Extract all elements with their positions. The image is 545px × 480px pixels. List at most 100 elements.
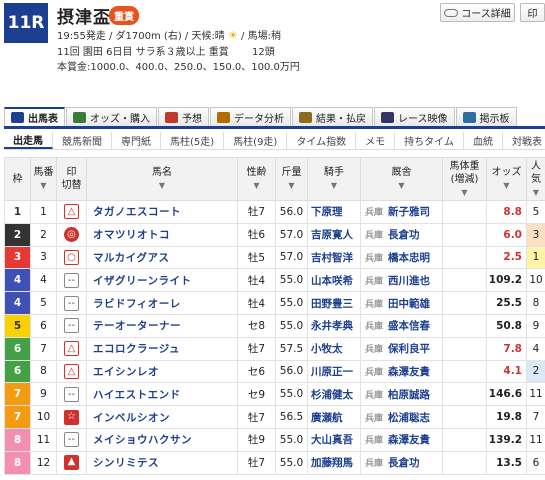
jockey-link[interactable]: 山本咲希 (309, 275, 353, 287)
tab-3[interactable]: データ分析 (210, 107, 291, 126)
horse-name-link[interactable]: メイショウハクサン (86, 427, 238, 452)
prediction-mark-button[interactable]: -- (64, 318, 79, 334)
course-detail-button[interactable]: コース詳細 (440, 3, 515, 22)
table-row[interactable]: 8 11 -- メイショウハクサン 牡9 55.0 大山真吾 兵庫 森澤友貴 139.2 11 (4, 427, 545, 452)
jockey-link[interactable]: 吉原寛人 (309, 229, 353, 241)
prediction-mark-button[interactable]: ◎ (64, 227, 79, 243)
prediction-mark-button[interactable]: △ (64, 363, 79, 379)
prediction-mark-button[interactable]: -- (64, 295, 79, 311)
subtab-3[interactable]: 馬柱(5走) (161, 132, 225, 149)
col-body-weight[interactable]: 馬体重 (増減) ▼ (442, 157, 487, 201)
horse-name-link[interactable]: エイシンレオ (86, 359, 238, 384)
trainer-name-link[interactable]: 長倉功 (388, 229, 420, 241)
prediction-mark-button[interactable]: ☆ (64, 409, 79, 425)
print-button[interactable]: 印 (520, 3, 545, 22)
popularity-cell: 11 (526, 382, 545, 407)
table-row[interactable]: 6 8 △ エイシンレオ セ6 56.0 川原正一 兵庫 森澤友貴 4.1 2 (4, 359, 545, 384)
trainer-name-link[interactable]: 柏原誠路 (388, 389, 430, 401)
col-weight[interactable]: 斤量 ▼ (275, 157, 308, 201)
jockey-link[interactable]: 大山真吾 (309, 434, 353, 446)
table-row[interactable]: 6 7 △ エコロクラージュ 牡7 57.5 小牧太 兵庫 保利良平 7.8 4 (4, 336, 545, 361)
trainer-name-link[interactable]: 橋本忠明 (388, 252, 430, 264)
trainer-name-link[interactable]: 田中範雄 (388, 298, 430, 310)
col-waku[interactable]: 枠 (4, 157, 31, 201)
table-row[interactable]: 5 6 -- テーオーターナー セ8 55.0 永井孝典 兵庫 盛本信春 50.8 9 (4, 313, 545, 338)
subtab-7[interactable]: 持ちタイム (395, 132, 464, 149)
prediction-mark-button[interactable]: △ (64, 341, 79, 357)
prediction-mark-button[interactable]: ▲ (64, 455, 79, 471)
body-weight-cell (442, 268, 487, 293)
mark-cell: ◎ (56, 222, 87, 247)
horse-name-link[interactable]: インベルシオン (86, 405, 238, 429)
table-row[interactable]: 8 12 ▲ シンリミテス 牡7 55.0 加藤翔馬 兵庫 長倉功 13.5 6 (4, 450, 545, 475)
subtab-5[interactable]: タイム指数 (287, 132, 357, 149)
umaban-cell: 8 (30, 359, 57, 384)
jockey-link[interactable]: 小牧太 (309, 343, 343, 355)
table-row[interactable]: 3 3 ○ マルカイグアス 牡5 57.0 吉村智洋 兵庫 橋本忠明 2.5 1 (4, 245, 545, 270)
col-umaban[interactable]: 馬番 ▼ (30, 157, 57, 201)
subtab-9[interactable]: 対戦表 (503, 132, 545, 149)
table-row[interactable]: 1 1 △ タガノエスコート 牡7 56.0 下原理 兵庫 新子雅司 8.8 5 (4, 200, 545, 224)
tab-6[interactable]: 掲示板 (455, 107, 517, 126)
col-horse-name[interactable]: 馬名 ▼ (86, 157, 238, 201)
trainer-name-link[interactable]: 新子雅司 (388, 206, 430, 218)
table-row[interactable]: 7 9 -- ハイエストエンド セ9 55.0 杉浦健太 兵庫 柏原誠路 146.6 11 (4, 382, 545, 407)
prediction-mark-button[interactable]: ○ (64, 249, 79, 265)
col-mark[interactable]: 印切替 (56, 157, 87, 201)
subtab-0[interactable]: 出走馬 (4, 132, 53, 149)
prediction-mark-button[interactable]: -- (64, 432, 79, 448)
col-jockey[interactable]: 騎手 ▼ (307, 157, 361, 201)
prediction-mark-button[interactable]: -- (64, 386, 79, 402)
horse-name-link[interactable]: イザグリーンライト (86, 268, 238, 293)
tab-0[interactable]: 出馬表 (4, 107, 65, 126)
tab-2[interactable]: 予想 (158, 107, 209, 126)
subtab-4[interactable]: 馬柱(9走) (224, 132, 288, 149)
umaban-cell: 9 (30, 382, 57, 407)
trainer-name-link[interactable]: 森澤友貴 (388, 366, 430, 378)
subtab-1[interactable]: 競馬新聞 (53, 132, 112, 149)
horse-name-link[interactable]: シンリミテス (86, 450, 238, 475)
horse-name-link[interactable]: タガノエスコート (86, 200, 238, 224)
jockey-link[interactable]: 加藤翔馬 (309, 457, 353, 469)
horse-name-link[interactable]: ハイエストエンド (86, 382, 238, 407)
trainer-name-link[interactable]: 長倉功 (388, 457, 420, 469)
weight-cell: 56.5 (275, 405, 308, 429)
trainer-name-link[interactable]: 保利良平 (388, 343, 430, 355)
table-row[interactable]: 2 2 ◎ オマツリオトコ 牡6 57.0 吉原寛人 兵庫 長倉功 6.0 3 (4, 222, 545, 247)
tab-4[interactable]: 結果・払戻 (292, 107, 373, 126)
subtab-2[interactable]: 専門紙 (112, 132, 161, 149)
jockey-link[interactable]: 杉浦健太 (309, 389, 353, 401)
col-sex-age[interactable]: 性齢 ▼ (237, 157, 276, 201)
col-trainer[interactable]: 厩舎 ▼ (360, 157, 443, 201)
jockey-link[interactable]: 田野豊三 (309, 298, 353, 310)
jockey-link[interactable]: 廣瀬航 (309, 412, 343, 424)
horse-name-link[interactable]: ラビドフィオーレ (86, 291, 238, 315)
table-row[interactable]: 7 10 ☆ インベルシオン 牡7 56.5 廣瀬航 兵庫 松浦聡志 19.8 7 (4, 405, 545, 429)
horse-name-link[interactable]: マルカイグアス (86, 245, 238, 270)
horse-name-link[interactable]: テーオーターナー (86, 313, 238, 338)
subtab-8[interactable]: 血統 (464, 132, 503, 149)
trainer-name-link[interactable]: 西川進也 (388, 275, 430, 287)
horse-name-link[interactable]: オマツリオトコ (86, 222, 238, 247)
mark-toggle[interactable]: 切替 (62, 180, 82, 191)
waku-cell: 1 (4, 200, 31, 224)
tab-label: 出馬表 (28, 114, 58, 125)
tab-5[interactable]: レース映像 (374, 107, 455, 126)
trainer-name-link[interactable]: 松浦聡志 (388, 412, 430, 424)
trainer-name-link[interactable]: 森澤友貴 (388, 434, 430, 446)
subtab-6[interactable]: メモ (356, 132, 396, 149)
jockey-link[interactable]: 下原理 (309, 206, 343, 218)
table-row[interactable]: 4 4 -- イザグリーンライト 牡4 55.0 山本咲希 兵庫 西川進也 109.2 10 (4, 268, 545, 293)
jockey-link[interactable]: 川原正一 (309, 366, 353, 378)
table-row[interactable]: 4 5 -- ラビドフィオーレ 牡4 55.0 田野豊三 兵庫 田中範雄 25.5 8 (4, 291, 545, 315)
col-popularity[interactable]: 人気 ▼ (526, 157, 545, 201)
prediction-mark-button[interactable]: -- (64, 272, 79, 288)
prediction-mark-button[interactable]: △ (64, 204, 79, 220)
horse-name-link[interactable]: エコロクラージュ (86, 336, 238, 361)
jockey-link[interactable]: 吉村智洋 (309, 252, 353, 264)
col-odds[interactable]: オッズ ▼ (486, 157, 527, 201)
jockey-link[interactable]: 永井孝典 (309, 320, 353, 332)
popularity-cell: 11 (526, 427, 545, 452)
trainer-name-link[interactable]: 盛本信春 (388, 320, 430, 332)
tab-1[interactable]: オッズ・購入 (66, 107, 157, 126)
